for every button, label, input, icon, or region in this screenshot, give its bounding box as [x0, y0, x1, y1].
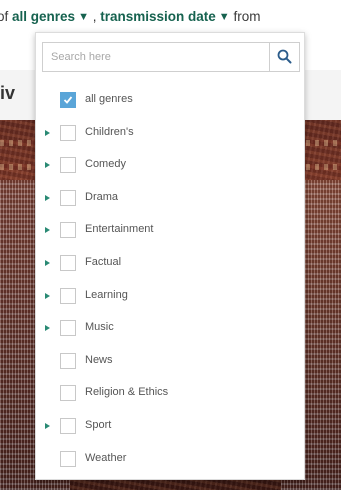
search-button[interactable] — [269, 43, 299, 71]
genre-item-entertainment[interactable]: Entertainment — [36, 215, 304, 248]
caret-right-icon[interactable] — [45, 227, 50, 234]
caret-right-icon[interactable] — [45, 259, 50, 266]
genre-item-comedy[interactable]: Comedy — [36, 150, 304, 183]
genre-item-label: Children's — [85, 125, 134, 138]
genre-item-label: Entertainment — [85, 223, 154, 236]
checkbox[interactable] — [60, 254, 76, 271]
check-icon — [63, 96, 73, 104]
genre-item-drama[interactable]: Drama — [36, 183, 304, 216]
genre-filter-label: all genres — [12, 9, 76, 24]
caret-right-icon[interactable] — [45, 162, 50, 169]
search-box — [42, 42, 300, 72]
checkbox[interactable] — [60, 320, 76, 337]
checkbox[interactable] — [60, 287, 76, 304]
search-icon — [277, 49, 292, 64]
chevron-down-icon: ▼ — [218, 11, 230, 23]
checkbox[interactable] — [60, 385, 76, 402]
search-input[interactable] — [43, 43, 269, 71]
genre-item-label: Drama — [85, 190, 119, 203]
genre-item-learning[interactable]: Learning — [36, 281, 304, 314]
filter-sentence: of all genres ▼ , transmission date ▼ from — [0, 0, 341, 34]
genre-item-label: Music — [85, 321, 114, 334]
genre-item-music[interactable]: Music — [36, 313, 304, 346]
genre-item-all-genres[interactable]: all genres — [36, 85, 304, 118]
genre-item-label: Sport — [85, 418, 112, 431]
caret-right-icon[interactable] — [45, 422, 50, 429]
genre-item-childrens[interactable]: Children's — [36, 118, 304, 151]
genre-item-factual[interactable]: Factual — [36, 248, 304, 281]
filter-separator: , — [92, 9, 97, 24]
caret-right-icon[interactable] — [45, 129, 50, 136]
filter-suffix: from — [233, 9, 261, 24]
filter-prefix: of — [0, 9, 9, 24]
checkbox[interactable] — [60, 222, 76, 239]
caret-right-icon[interactable] — [45, 325, 50, 332]
genre-item-label: Weather — [85, 451, 127, 464]
genre-item-label: Religion & Ethics — [85, 386, 169, 399]
checkbox[interactable] — [60, 92, 76, 108]
caret-right-icon[interactable] — [45, 194, 50, 201]
genre-item-weather[interactable]: Weather — [36, 444, 304, 477]
checkbox[interactable] — [60, 417, 76, 434]
genre-item-religion-ethics[interactable]: Religion & Ethics — [36, 378, 304, 411]
genre-item-label: Learning — [85, 288, 128, 301]
genre-list: all genres Children's Comedy Drama Enter… — [36, 85, 304, 476]
date-filter-toggle[interactable]: transmission date ▼ — [100, 9, 233, 24]
chevron-down-icon: ▼ — [78, 11, 89, 23]
genre-item-label: Factual — [85, 255, 122, 268]
genre-filter-toggle[interactable]: all genres ▼ — [12, 9, 93, 24]
genre-item-news[interactable]: News — [36, 346, 304, 379]
genre-item-label: all genres — [85, 93, 133, 105]
checkbox[interactable] — [60, 352, 76, 369]
checkbox[interactable] — [60, 450, 76, 467]
date-filter-label: transmission date — [100, 9, 216, 24]
genre-item-label: News — [85, 353, 113, 366]
checkbox[interactable] — [60, 157, 76, 174]
checkbox[interactable] — [60, 189, 76, 206]
genre-dropdown: all genres Children's Comedy Drama Enter… — [35, 32, 305, 480]
genre-item-sport[interactable]: Sport — [36, 411, 304, 444]
genre-item-label: Comedy — [85, 158, 126, 171]
caret-right-icon[interactable] — [45, 292, 50, 299]
page-heading: iv — [0, 83, 16, 103]
checkbox[interactable] — [60, 124, 76, 141]
